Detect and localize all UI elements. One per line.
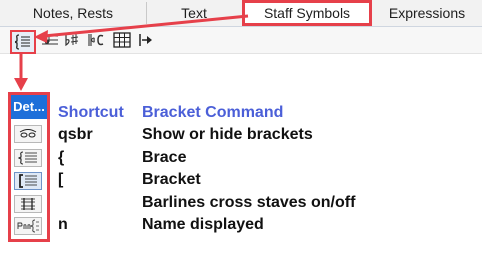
command-cell: Barlines cross staves on/off	[142, 194, 356, 211]
brace-tool-button[interactable]	[14, 149, 42, 167]
panel-title[interactable]: Det...	[11, 95, 47, 119]
bracket-icon	[19, 174, 37, 188]
name-tool-button[interactable]	[14, 217, 42, 235]
command-cell: Brace	[142, 149, 187, 166]
column-header-shortcut: Shortcut	[58, 104, 124, 121]
shortcut-cell: n	[58, 216, 68, 233]
slur-tool-button[interactable]	[14, 125, 42, 143]
shortcut-cell: {	[58, 149, 65, 166]
shortcut-cell: [	[58, 171, 64, 188]
command-cell: Name displayed	[142, 216, 264, 233]
barline-icon	[21, 198, 35, 210]
slur-icon	[19, 129, 37, 138]
command-cell: Bracket	[142, 171, 201, 188]
bracket-panel: Det...	[8, 92, 50, 242]
bracket-tool-button-panel[interactable]	[14, 172, 42, 190]
barline-tool-button[interactable]	[14, 195, 42, 213]
shortcut-cell: qsbr	[58, 126, 93, 143]
column-header-command: Bracket Command	[142, 104, 284, 121]
name-icon	[17, 219, 39, 233]
command-cell: Show or hide brackets	[142, 126, 313, 143]
brace-icon	[18, 151, 37, 165]
